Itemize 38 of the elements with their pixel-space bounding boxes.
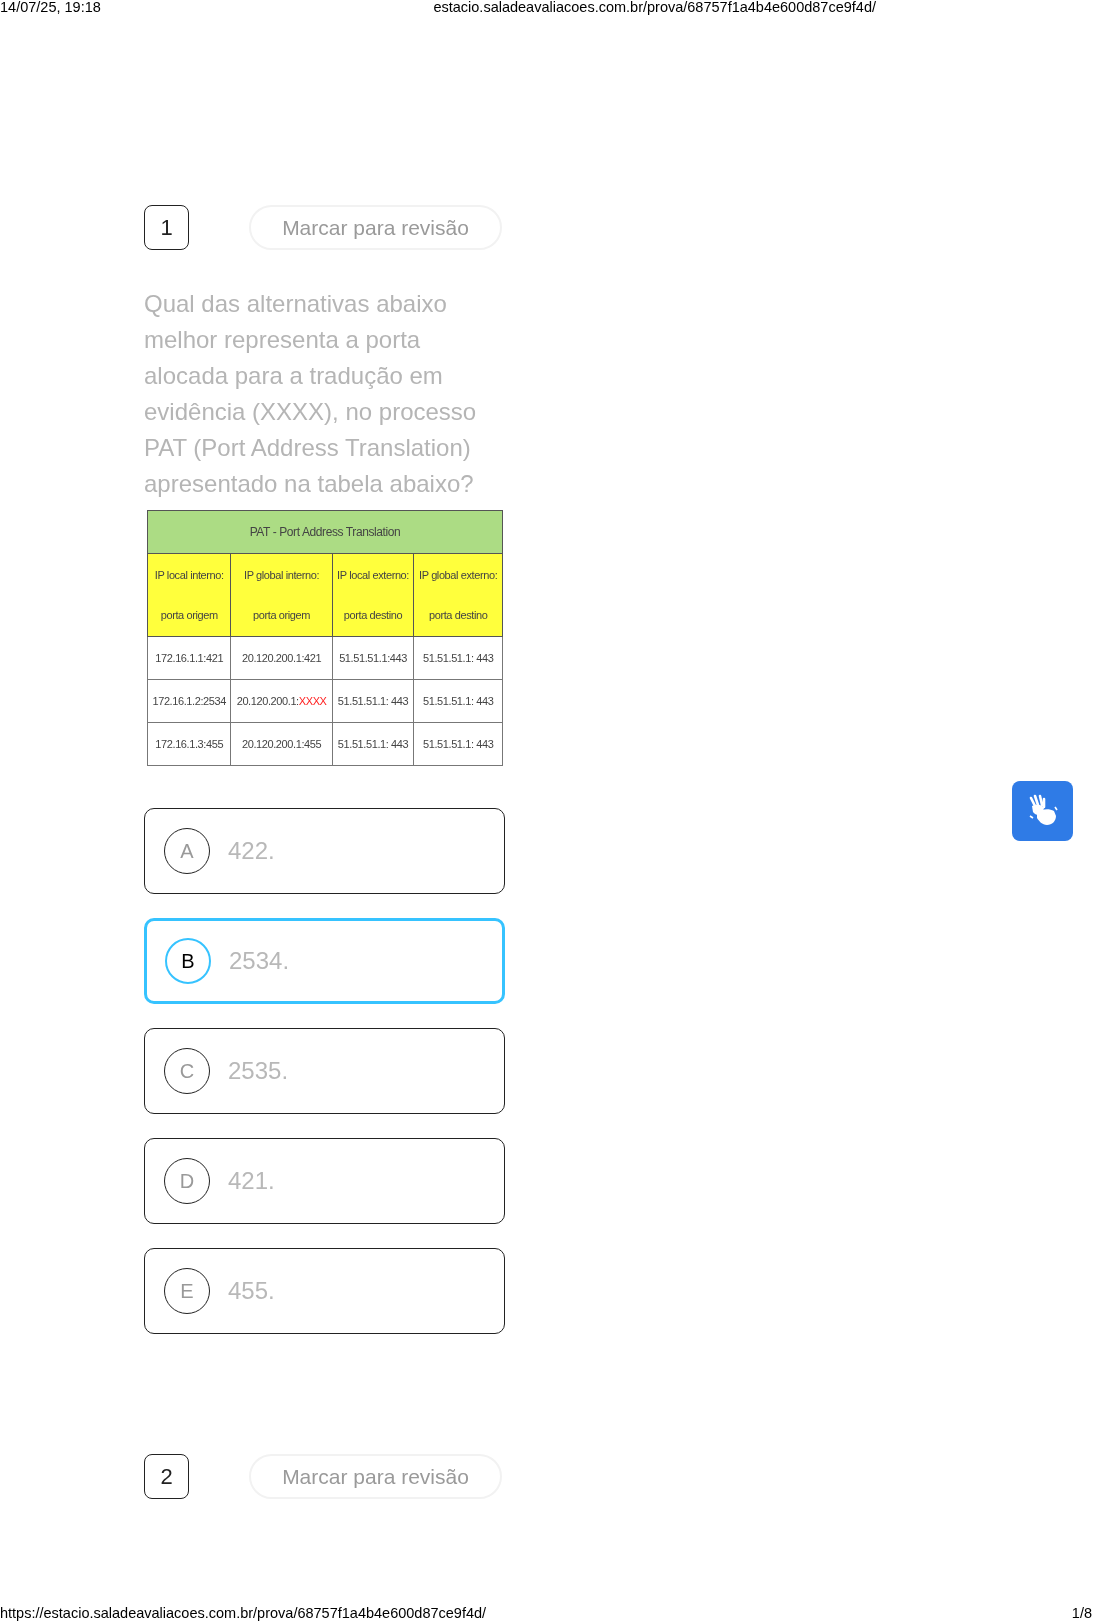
sign-language-button[interactable] bbox=[1012, 781, 1073, 841]
question-number: 1 bbox=[144, 205, 189, 250]
option-text: 455. bbox=[228, 1277, 275, 1305]
column-header: IP global interno: porta origem bbox=[230, 553, 333, 637]
table-cell: 20.120.200.1:455 bbox=[230, 722, 333, 766]
answer-option[interactable]: B 2534. bbox=[144, 918, 505, 1004]
print-url: https://estacio.saladeavaliacoes.com.br/prova/68757f1a4b4e600d87ce9f4d/ bbox=[0, 1605, 487, 1621]
option-letter: B bbox=[165, 938, 211, 984]
column-header: IP global externo: porta destino bbox=[413, 553, 503, 637]
table-cell: 51.51.51.1: 443 bbox=[332, 722, 414, 766]
option-text: 2535. bbox=[228, 1057, 289, 1085]
table-cell: 172.16.1.1:421 bbox=[147, 636, 231, 680]
question-number: 2 bbox=[144, 1454, 189, 1499]
table-cell: 51.51.51.1: 443 bbox=[413, 636, 503, 680]
option-text: 2534. bbox=[229, 947, 290, 975]
column-header: IP local externo: porta destino bbox=[332, 553, 414, 637]
answer-option[interactable]: C 2535. bbox=[144, 1028, 505, 1114]
answer-option[interactable]: E 455. bbox=[144, 1248, 505, 1334]
option-text: 421. bbox=[228, 1167, 275, 1195]
mark-for-review-button[interactable]: Marcar para revisão bbox=[249, 205, 502, 250]
option-text: 422. bbox=[228, 837, 275, 865]
table-cell: 20.120.200.1:XXXX bbox=[230, 679, 333, 723]
table-cell: 172.16.1.3:455 bbox=[147, 722, 231, 766]
table-cell: 51.51.51.1: 443 bbox=[413, 679, 503, 723]
table-cell: 51.51.51.1: 443 bbox=[332, 679, 414, 723]
column-header: IP local interno: porta origem bbox=[147, 553, 231, 637]
page-number: 1/8 bbox=[1071, 1605, 1092, 1621]
table-cell: 20.120.200.1:421 bbox=[230, 636, 333, 680]
answer-option[interactable]: A 422. bbox=[144, 808, 505, 894]
table-cell: 51.51.51.1:443 bbox=[332, 636, 414, 680]
mark-for-review-button[interactable]: Marcar para revisão bbox=[249, 1454, 502, 1499]
table-cell: 51.51.51.1: 443 bbox=[413, 722, 503, 766]
print-datetime: 14/07/25, 19:18 bbox=[0, 0, 101, 15]
table-cell: 172.16.1.2:2534 bbox=[147, 679, 231, 723]
answer-option[interactable]: D 421. bbox=[144, 1138, 505, 1224]
question-text: Qual das alternativas abaixo melhor representa a porta alocada para a tradução em evidência (XXXX), no processo PAT (Port Address Translation) apresentado na tabela abaixo? bbox=[144, 289, 478, 499]
print-url: estacio.saladeavaliacoes.com.br/prova/68757f1a4b4e600d87ce9f4d/ bbox=[433, 0, 876, 15]
table-title: PAT - Port Address Translation bbox=[147, 510, 503, 554]
